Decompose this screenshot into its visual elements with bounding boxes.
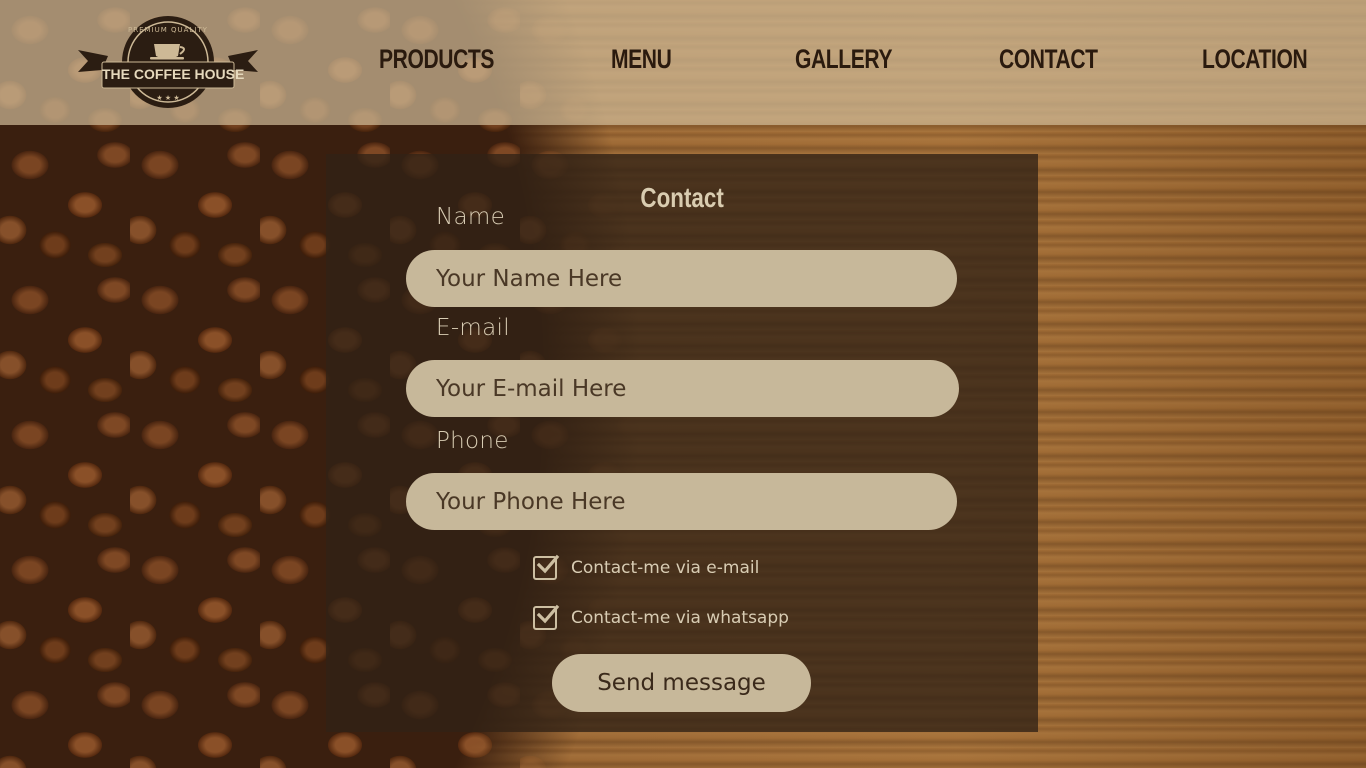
phone-label: Phone [436, 428, 509, 454]
contact-via-whatsapp-label: Contact-me via whatsapp [571, 608, 789, 628]
contact-via-whatsapp-option[interactable]: Contact-me via whatsapp [533, 604, 789, 630]
contact-via-email-option[interactable]: Contact-me via e-mail [533, 554, 760, 580]
name-input[interactable] [406, 250, 957, 307]
contact-via-email-label: Contact-me via e-mail [571, 558, 760, 578]
nav-contact[interactable]: CONTACT [999, 44, 1098, 75]
email-label: E-mail [436, 315, 510, 341]
contact-title: Contact [640, 182, 724, 213]
svg-text:★ ★ ★: ★ ★ ★ [156, 94, 179, 102]
send-message-button[interactable]: Send message [552, 654, 811, 712]
nav-products[interactable]: PRODUCTS [379, 44, 494, 75]
coffee-house-logo[interactable]: ★ ★ ★ PREMIUM QUALITY THE COFFEE HOUSE [78, 12, 258, 114]
checkbox-whatsapp[interactable] [533, 604, 560, 630]
checkbox-email[interactable] [533, 554, 560, 580]
nav-gallery[interactable]: GALLERY [795, 44, 892, 75]
site-header: ★ ★ ★ PREMIUM QUALITY THE COFFEE HOUSE P… [0, 0, 1366, 125]
nav-location[interactable]: LOCATION [1202, 44, 1308, 75]
logo-top-text: PREMIUM QUALITY [128, 26, 208, 34]
email-input[interactable] [406, 360, 959, 417]
phone-input[interactable] [406, 473, 957, 530]
checkmark-icon [536, 604, 560, 624]
contact-panel: Contact Name E-mail Phone Contact-me via… [326, 154, 1038, 732]
name-label: Name [436, 204, 506, 230]
nav-menu[interactable]: MENU [611, 44, 672, 75]
logo-name: THE COFFEE HOUSE [102, 66, 245, 82]
checkmark-icon [536, 554, 560, 574]
